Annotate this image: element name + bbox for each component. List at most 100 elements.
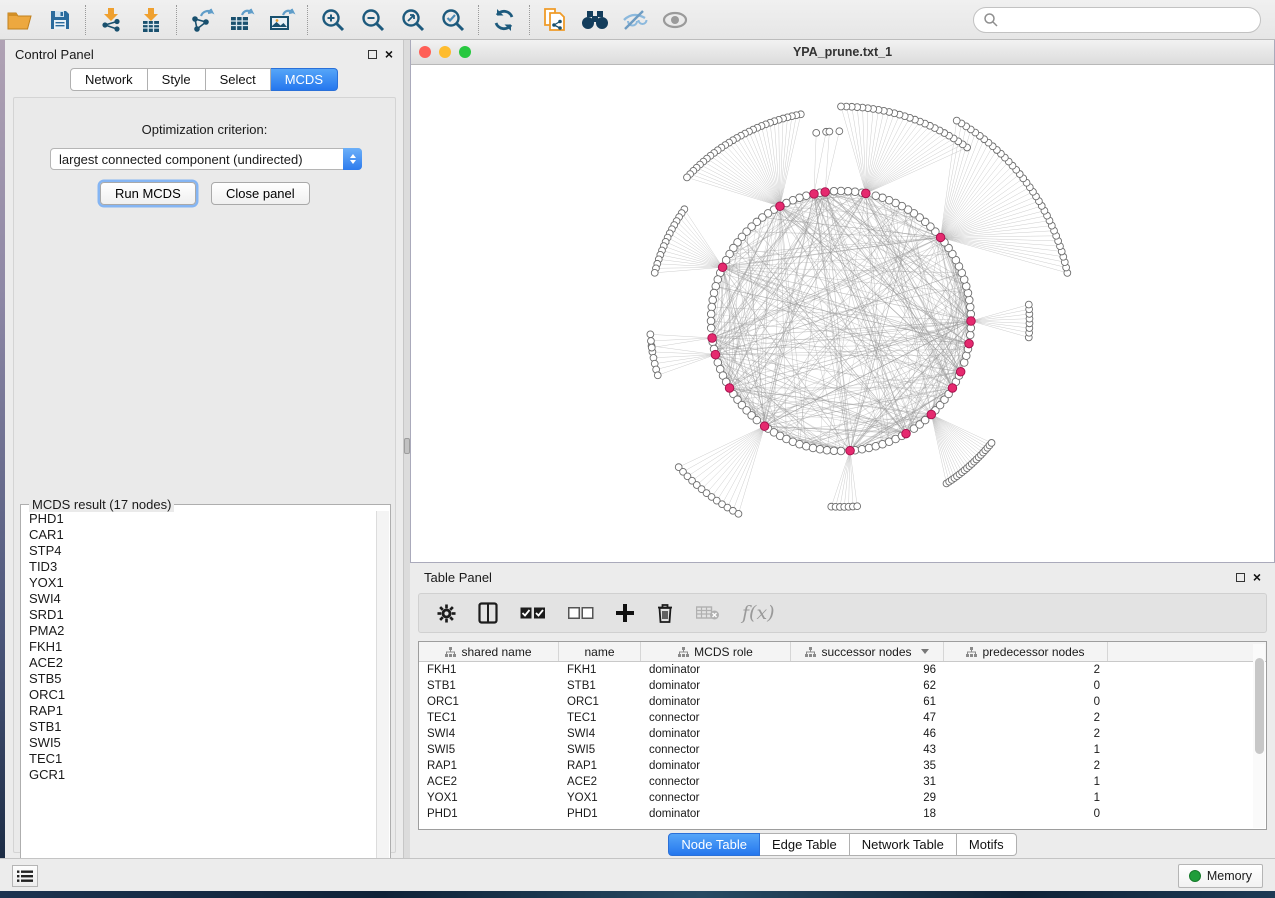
close-table-panel-icon[interactable]: × xyxy=(1253,572,1261,582)
criterion-dropdown[interactable]: largest connected component (undirected) xyxy=(50,148,362,170)
cell-successor-nodes[interactable]: 62 xyxy=(791,680,944,692)
cell-MCDS-role[interactable]: connector xyxy=(641,712,791,724)
cell-successor-nodes[interactable]: 31 xyxy=(791,776,944,788)
result-node-item[interactable]: SRD1 xyxy=(29,607,377,623)
result-node-item[interactable]: TEC1 xyxy=(29,751,377,767)
search-input[interactable] xyxy=(999,10,1260,30)
cell-predecessor-nodes[interactable]: 2 xyxy=(944,760,1108,772)
cell-MCDS-role[interactable]: dominator xyxy=(641,680,791,692)
cell-shared-name[interactable]: FKH1 xyxy=(419,664,559,676)
cell-name[interactable]: ORC1 xyxy=(559,696,641,708)
cell-shared-name[interactable]: SWI4 xyxy=(419,728,559,740)
refresh-layout-button[interactable] xyxy=(484,3,524,37)
cell-predecessor-nodes[interactable]: 0 xyxy=(944,680,1108,692)
cell-successor-nodes[interactable]: 61 xyxy=(791,696,944,708)
cell-shared-name[interactable]: PHD1 xyxy=(419,808,559,820)
cell-name[interactable]: PHD1 xyxy=(559,808,641,820)
close-panel-button[interactable]: Close panel xyxy=(211,182,310,205)
run-mcds-button[interactable]: Run MCDS xyxy=(100,182,196,205)
tab-style[interactable]: Style xyxy=(148,68,206,91)
export-image-button[interactable] xyxy=(262,3,302,37)
mcds-result-list[interactable]: PHD1CAR1STP4TID3YOX1SWI4SRD1PMA2FKH1ACE2… xyxy=(22,511,377,867)
tab-node-table[interactable]: Node Table xyxy=(668,833,760,856)
cell-successor-nodes[interactable]: 96 xyxy=(791,664,944,676)
cell-MCDS-role[interactable]: dominator xyxy=(641,808,791,820)
result-node-item[interactable]: YOX1 xyxy=(29,575,377,591)
cell-successor-nodes[interactable]: 18 xyxy=(791,808,944,820)
export-network-button[interactable] xyxy=(182,3,222,37)
table-row[interactable]: SWI5SWI5connector431 xyxy=(419,742,1266,758)
zoom-fit-button[interactable] xyxy=(393,3,433,37)
cell-predecessor-nodes[interactable]: 1 xyxy=(944,776,1108,788)
table-settings-button[interactable] xyxy=(437,604,456,623)
cell-MCDS-role[interactable]: dominator xyxy=(641,696,791,708)
create-column-button[interactable] xyxy=(616,604,634,622)
clone-network-button[interactable] xyxy=(535,3,575,37)
table-row[interactable]: PHD1PHD1dominator180 xyxy=(419,806,1266,822)
export-table-button[interactable] xyxy=(222,3,262,37)
cell-successor-nodes[interactable]: 47 xyxy=(791,712,944,724)
column-header-predecessor-nodes[interactable]: predecessor nodes xyxy=(944,642,1108,661)
import-network-button[interactable] xyxy=(91,3,131,37)
cell-name[interactable]: SWI4 xyxy=(559,728,641,740)
table-row[interactable]: ORC1ORC1dominator610 xyxy=(419,694,1266,710)
cell-predecessor-nodes[interactable]: 2 xyxy=(944,664,1108,676)
function-builder-button[interactable]: f(x) xyxy=(742,602,775,624)
cell-predecessor-nodes[interactable]: 0 xyxy=(944,696,1108,708)
table-row[interactable]: FKH1FKH1dominator962 xyxy=(419,662,1266,678)
deselect-all-columns-button[interactable] xyxy=(568,607,594,619)
network-titlebar[interactable]: YPA_prune.txt_1 xyxy=(411,40,1274,65)
column-header-MCDS-role[interactable]: MCDS role xyxy=(641,642,791,661)
column-header-successor-nodes[interactable]: successor nodes xyxy=(791,642,944,661)
node-table[interactable]: shared namenameMCDS rolesuccessor nodesp… xyxy=(418,641,1267,830)
table-row[interactable]: SWI4SWI4dominator462 xyxy=(419,726,1266,742)
cell-name[interactable]: ACE2 xyxy=(559,776,641,788)
close-panel-icon[interactable]: × xyxy=(385,49,393,59)
cell-predecessor-nodes[interactable]: 0 xyxy=(944,808,1108,820)
cell-shared-name[interactable]: ORC1 xyxy=(419,696,559,708)
tab-mcds[interactable]: MCDS xyxy=(271,68,338,91)
hide-selected-button[interactable] xyxy=(615,3,655,37)
cell-MCDS-role[interactable]: connector xyxy=(641,792,791,804)
result-node-item[interactable]: GCR1 xyxy=(29,767,377,783)
open-file-button[interactable] xyxy=(0,3,40,37)
result-node-item[interactable]: CAR1 xyxy=(29,527,377,543)
table-scrollbar-thumb[interactable] xyxy=(1255,658,1264,754)
zoom-out-button[interactable] xyxy=(353,3,393,37)
cell-successor-nodes[interactable]: 29 xyxy=(791,792,944,804)
result-node-item[interactable]: STP4 xyxy=(29,543,377,559)
cell-predecessor-nodes[interactable]: 1 xyxy=(944,792,1108,804)
delete-column-button[interactable] xyxy=(656,603,674,623)
cell-successor-nodes[interactable]: 43 xyxy=(791,744,944,756)
tab-select[interactable]: Select xyxy=(206,68,271,91)
zoom-selected-button[interactable] xyxy=(433,3,473,37)
cell-shared-name[interactable]: SWI5 xyxy=(419,744,559,756)
cell-name[interactable]: YOX1 xyxy=(559,792,641,804)
show-panels-button[interactable] xyxy=(12,865,38,887)
tab-network[interactable]: Network xyxy=(70,68,148,91)
cell-MCDS-role[interactable]: dominator xyxy=(641,760,791,772)
cell-name[interactable]: STB1 xyxy=(559,680,641,692)
table-row[interactable]: TEC1TEC1connector472 xyxy=(419,710,1266,726)
table-scrollbar[interactable] xyxy=(1253,644,1265,828)
result-node-item[interactable]: SWI4 xyxy=(29,591,377,607)
tab-network-table[interactable]: Network Table xyxy=(850,833,957,856)
result-node-item[interactable]: ORC1 xyxy=(29,687,377,703)
memory-button[interactable]: Memory xyxy=(1178,864,1263,888)
table-row[interactable]: STB1STB1dominator620 xyxy=(419,678,1266,694)
result-node-item[interactable]: STB5 xyxy=(29,671,377,687)
toggle-column-view-button[interactable] xyxy=(478,602,498,624)
cell-successor-nodes[interactable]: 35 xyxy=(791,760,944,772)
cell-MCDS-role[interactable]: dominator xyxy=(641,728,791,740)
cell-MCDS-role[interactable]: connector xyxy=(641,776,791,788)
cell-name[interactable]: RAP1 xyxy=(559,760,641,772)
column-header-name[interactable]: name xyxy=(559,642,641,661)
result-node-item[interactable]: RAP1 xyxy=(29,703,377,719)
cell-predecessor-nodes[interactable]: 2 xyxy=(944,712,1108,724)
cell-name[interactable]: TEC1 xyxy=(559,712,641,724)
cell-predecessor-nodes[interactable]: 2 xyxy=(944,728,1108,740)
delete-table-button[interactable] xyxy=(696,606,720,620)
table-row[interactable]: RAP1RAP1dominator352 xyxy=(419,758,1266,774)
network-search-field[interactable] xyxy=(973,7,1261,33)
save-session-button[interactable] xyxy=(40,3,80,37)
